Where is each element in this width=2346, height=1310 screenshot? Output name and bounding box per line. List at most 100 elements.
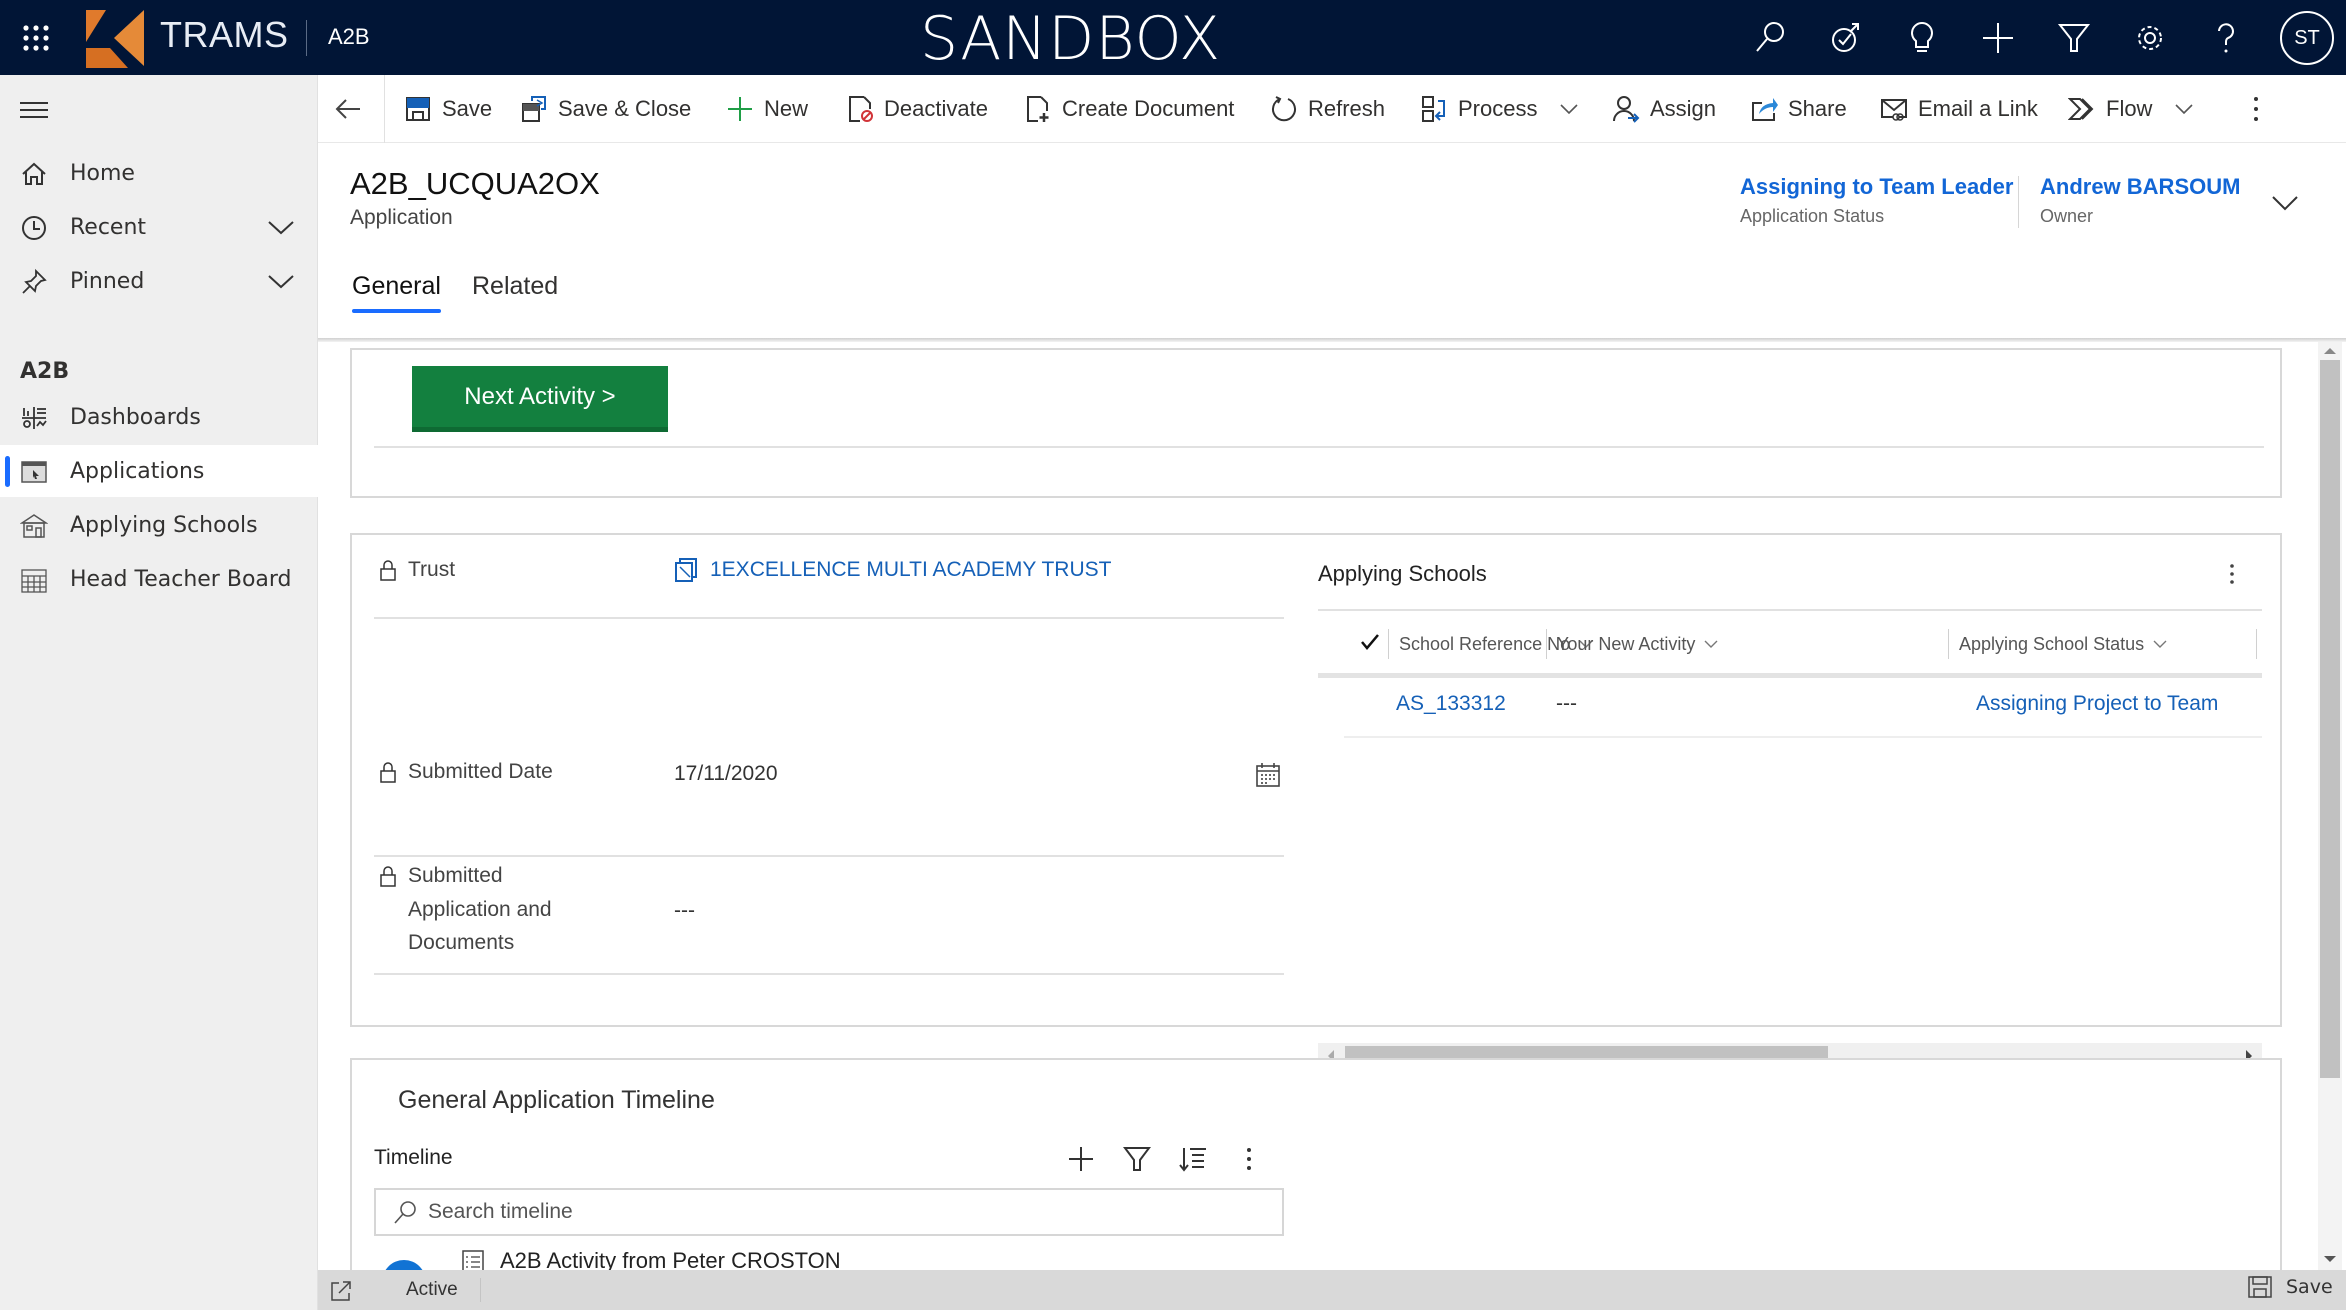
- add-timeline-button[interactable]: [1066, 1144, 1096, 1174]
- lock-icon: [380, 866, 396, 887]
- sidebar-item-home[interactable]: Home: [0, 147, 318, 199]
- open-in-new-window-button[interactable]: [330, 1280, 352, 1302]
- dashboard-icon: [22, 407, 47, 429]
- search-icon: [394, 1201, 416, 1224]
- more-commands-button[interactable]: [2250, 75, 2262, 143]
- process-icon: [1422, 96, 1445, 122]
- ideas-button[interactable]: [1902, 18, 1942, 58]
- form-vertical-scrollbar[interactable]: [2318, 342, 2342, 1270]
- pop-out-icon: [331, 1281, 351, 1301]
- sidebar-item-recent[interactable]: Recent: [0, 201, 318, 253]
- applying-school-status-cell[interactable]: Assigning Project to Team: [1976, 692, 2218, 716]
- column-header-your-new-activity[interactable]: Your New Activity: [1546, 629, 1719, 659]
- calendar-icon[interactable]: [1254, 761, 1282, 789]
- next-activity-button[interactable]: Next Activity >: [412, 366, 668, 432]
- owner-label: Owner: [2040, 206, 2094, 226]
- timeline-search-input[interactable]: [428, 1200, 1228, 1224]
- new-button[interactable]: [1978, 18, 2018, 58]
- new-command[interactable]: New: [726, 75, 808, 143]
- save-close-icon: [522, 96, 546, 122]
- deactivate-command[interactable]: Deactivate: [846, 75, 988, 143]
- vertical-scroll-thumb[interactable]: [2320, 360, 2340, 1078]
- help-button[interactable]: [2206, 18, 2246, 58]
- trust-lookup-link[interactable]: 1EXCELLENCE MULTI ACADEMY TRUST: [674, 557, 1111, 583]
- help-icon: [2218, 23, 2234, 53]
- process-command[interactable]: Process: [1420, 75, 1579, 143]
- title-divider: [306, 20, 307, 56]
- scroll-up-arrow-icon[interactable]: [2323, 346, 2337, 356]
- command-label: Create Document: [1062, 96, 1235, 121]
- plus-icon: [728, 97, 752, 121]
- school-reference-link[interactable]: AS_133312: [1396, 692, 1506, 716]
- section-divider: [374, 446, 2264, 448]
- clock-icon: [22, 216, 46, 240]
- app-name[interactable]: A2B: [328, 24, 370, 50]
- timeline-entry-title[interactable]: A2B Activity from Peter CROSTON: [500, 1248, 841, 1270]
- chevron-down-icon: [1560, 104, 1579, 115]
- sidebar-item-label: Head Teacher Board: [70, 566, 292, 592]
- expand-header-button[interactable]: [2270, 192, 2300, 214]
- save-command[interactable]: Save: [404, 75, 492, 143]
- task-flow-button[interactable]: [1826, 18, 1866, 58]
- share-command[interactable]: Share: [1750, 75, 1847, 143]
- app-launcher-button[interactable]: [20, 22, 52, 54]
- trust-label: Trust: [408, 558, 456, 581]
- refresh-command[interactable]: Refresh: [1270, 75, 1385, 143]
- sidebar-item-applying-schools[interactable]: Applying Schools: [0, 499, 318, 551]
- record-icon: [675, 558, 697, 582]
- command-label: Process: [1458, 96, 1538, 121]
- timeline-entry[interactable]: A2B Activity from Peter CROSTON: [382, 1248, 1282, 1270]
- submitted-documents-value[interactable]: ---: [674, 899, 695, 923]
- subgrid-more-button[interactable]: [2222, 559, 2242, 589]
- record-title: A2B_UCQUA2OX: [350, 166, 600, 201]
- submitted-date-value[interactable]: 17/11/2020: [674, 762, 778, 786]
- lock-icon: [380, 762, 396, 783]
- create-document-command[interactable]: Create Document: [1024, 75, 1234, 143]
- advanced-filter-button[interactable]: [2054, 18, 2094, 58]
- collapse-sidebar-button[interactable]: [20, 99, 48, 121]
- column-resize-handle[interactable]: [2256, 629, 2257, 659]
- timeline-more-button[interactable]: [1234, 1144, 1264, 1174]
- save-icon: [406, 97, 430, 121]
- filter-icon: [1123, 1147, 1151, 1171]
- save-icon: [2248, 1276, 2272, 1298]
- select-all-checkmark-icon[interactable]: [1360, 633, 1380, 651]
- command-label: Deactivate: [884, 96, 988, 121]
- back-arrow-icon: [335, 99, 360, 119]
- sidebar-item-label: Recent: [70, 214, 147, 240]
- scroll-down-arrow-icon[interactable]: [2323, 1254, 2337, 1264]
- sidebar-item-dashboards[interactable]: Dashboards: [0, 391, 318, 443]
- settings-button[interactable]: [2130, 18, 2170, 58]
- search-button[interactable]: [1750, 18, 1790, 58]
- user-avatar-button[interactable]: ST: [2280, 11, 2334, 65]
- column-header-applying-school-status[interactable]: Applying School Status: [1948, 629, 2168, 659]
- sort-timeline-button[interactable]: [1178, 1144, 1208, 1174]
- chevron-down-icon[interactable]: [266, 270, 296, 292]
- tab-related[interactable]: Related: [472, 272, 558, 301]
- sidebar-item-applications[interactable]: Applications: [0, 445, 318, 497]
- sidebar-item-label: Applying Schools: [70, 512, 258, 538]
- timeline-section-title: General Application Timeline: [398, 1086, 715, 1114]
- header-divider: [2018, 176, 2019, 228]
- owner-value[interactable]: Andrew BARSOUM: [2040, 174, 2240, 200]
- flow-command[interactable]: Flow: [2068, 75, 2194, 143]
- table-row[interactable]: AS_133312 --- Assigning Project to Team: [1344, 678, 2262, 738]
- back-button[interactable]: [332, 93, 364, 125]
- board-icon: [21, 569, 47, 593]
- sidebar-item-pinned[interactable]: Pinned: [0, 255, 318, 307]
- command-label: Share: [1788, 96, 1847, 121]
- email-a-link-command[interactable]: Email a Link: [1880, 75, 2038, 143]
- save-and-close-command[interactable]: Save & Close: [520, 75, 691, 143]
- chevron-down-icon[interactable]: [266, 216, 296, 238]
- chevron-down-icon: [2175, 104, 2194, 115]
- status-save-button[interactable]: Save: [2248, 1276, 2333, 1298]
- filter-timeline-button[interactable]: [1122, 1144, 1152, 1174]
- assign-command[interactable]: Assign: [1612, 75, 1716, 143]
- tab-general[interactable]: General: [352, 272, 441, 301]
- share-icon: [1752, 98, 1778, 121]
- submitted-documents-field: Submitted Application and Documents ---: [374, 857, 1284, 975]
- command-label: Email a Link: [1918, 96, 2038, 121]
- header-field-application-status: Assigning to Team Leader Application Sta…: [1740, 174, 2013, 227]
- sidebar-item-head-teacher-board[interactable]: Head Teacher Board: [0, 553, 318, 605]
- application-status-value[interactable]: Assigning to Team Leader: [1740, 174, 2013, 200]
